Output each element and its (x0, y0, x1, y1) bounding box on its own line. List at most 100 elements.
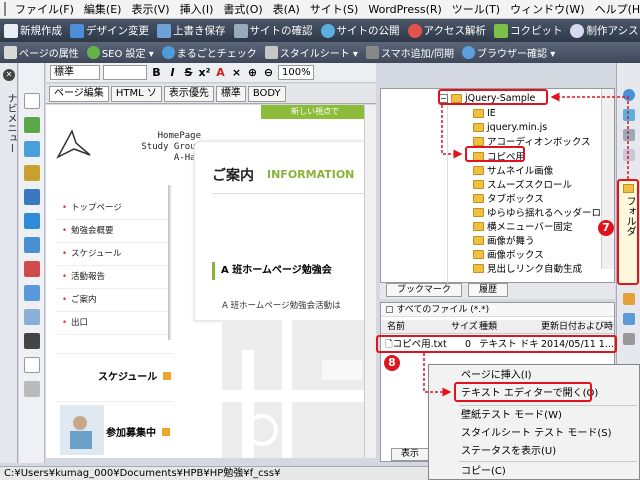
access-analysis-button[interactable]: アクセス解析 (404, 23, 490, 38)
menu-tools[interactable]: ツール(T) (447, 1, 505, 17)
highlight-copy-paste-folder (465, 146, 525, 162)
tab-html-source[interactable]: HTML ソ (110, 85, 162, 102)
tree-item[interactable]: タブボックス (473, 191, 544, 205)
cockpit-button[interactable]: コクピット (490, 23, 567, 38)
stylesheet-button[interactable]: スタイルシート ▾ (261, 45, 362, 60)
close-icon[interactable]: ✕ (3, 69, 15, 81)
display-priority-select[interactable]: 表示優先 (163, 85, 214, 102)
menu-format[interactable]: 書式(O) (218, 1, 267, 17)
menu-site[interactable]: サイト(S) (305, 1, 364, 17)
menu-item-copy[interactable]: コピー(C) (429, 463, 639, 480)
page-panel-icon[interactable] (623, 129, 635, 141)
menu-help[interactable]: ヘルプ(H) (590, 1, 640, 17)
tab-history[interactable]: 履歴 (468, 283, 509, 297)
form-icon[interactable] (24, 237, 40, 253)
file-filter-select[interactable]: ▢ すべてのファイル (*.*) (381, 303, 614, 317)
seo-settings-button[interactable]: SEO 設定 ▾ (83, 45, 158, 60)
tree-item[interactable]: 見出しリンク自動生成 (473, 261, 582, 275)
assist-button[interactable]: 制作アシスト (566, 23, 640, 38)
preview-nav-item[interactable]: スケジュール (56, 243, 168, 266)
column-type[interactable]: 種類 (479, 320, 539, 334)
tab-bookmark[interactable]: ブックマーク (386, 283, 463, 297)
menu-insert[interactable]: 挿入(I) (175, 1, 219, 17)
site-publish-button[interactable]: サイトの公開 (317, 23, 404, 38)
tree-item[interactable]: jquery.min.js (473, 120, 547, 134)
browser-panel-icon[interactable] (623, 89, 635, 101)
style-panel-icon[interactable] (623, 149, 635, 161)
save-button[interactable]: 上書き保存 (153, 23, 230, 38)
preview-nav-item[interactable]: トップページ (56, 197, 168, 220)
browser-check-button[interactable]: ブラウザー確認 ▾ (458, 45, 559, 60)
tree-item[interactable]: ゆらゆら揺れるヘッダーロゴ (473, 205, 611, 219)
map-icon[interactable] (24, 213, 40, 229)
smartphone-sync-button[interactable]: スマホ追加/同期 (362, 45, 458, 60)
text-icon[interactable] (24, 93, 40, 109)
column-name[interactable]: 名前 (387, 320, 447, 334)
more-icon[interactable] (24, 381, 40, 397)
new-button[interactable]: 新規作成 (0, 23, 66, 38)
tree-item[interactable]: スムーズスクロール (473, 177, 572, 191)
menu-window[interactable]: ウィンドウ(W) (505, 1, 589, 17)
zoom-select[interactable]: 100% (278, 65, 314, 80)
shape-icon[interactable] (24, 141, 40, 157)
sidebar-shadow (168, 185, 172, 340)
superscript-button[interactable]: x² (198, 66, 211, 79)
column-date[interactable]: 更新日付および時 (541, 320, 615, 334)
italic-button[interactable]: I (166, 66, 179, 79)
properties-panel-icon[interactable] (623, 333, 635, 345)
list-icon[interactable] (24, 309, 40, 325)
format-panel-icon[interactable] (623, 313, 635, 325)
tree-item-label: ゆらゆら揺れるヘッダーロゴ (487, 208, 611, 219)
strike-button[interactable]: S (182, 66, 195, 79)
tree-item-label: タブボックス (487, 194, 544, 205)
font-color-button[interactable]: A (214, 66, 227, 79)
link-icon[interactable] (24, 165, 40, 181)
menu-file[interactable]: ファイル(F) (10, 1, 79, 17)
site-check-button[interactable]: サイトの確認 (230, 23, 317, 38)
preview-nav-item[interactable]: ご案内 (56, 289, 168, 312)
tab-page-edit[interactable]: ページ編集 (49, 85, 109, 102)
menu-item-show-status[interactable]: ステータスを表示(U) (429, 443, 639, 460)
site-panel-icon[interactable] (623, 109, 635, 121)
menu-item-stylesheet-test[interactable]: スタイルシート テスト モード(S) (429, 425, 639, 442)
zoom-out-icon[interactable]: ⊖ (262, 66, 275, 79)
preview-nav-item[interactable]: 勉強会概要 (56, 220, 168, 243)
menu-item-wallpaper-test[interactable]: 壁紙テスト モード(W) (429, 407, 639, 424)
edit-panel-icon[interactable] (623, 293, 635, 305)
design-change-button[interactable]: デザイン変更 (66, 23, 153, 38)
column-size[interactable]: サイズ (451, 320, 479, 334)
body-select[interactable]: BODY (247, 85, 286, 102)
font-size-select[interactable] (103, 65, 147, 80)
table-icon[interactable] (24, 189, 40, 205)
media-icon[interactable] (24, 261, 40, 277)
zoom-in-icon[interactable]: ⊕ (246, 66, 259, 79)
folder-icon (473, 179, 484, 189)
editor-vertical-scrollbar[interactable] (364, 105, 376, 458)
tree-item[interactable]: 画像が舞う (473, 233, 535, 247)
menu-wordpress[interactable]: WordPress(R) (363, 3, 446, 16)
grid-icon[interactable] (24, 285, 40, 301)
document-icon[interactable] (24, 357, 40, 373)
menu-edit[interactable]: 編集(E) (79, 1, 127, 17)
tree-item[interactable]: 横メニューバー固定 (473, 219, 572, 233)
smartphone-insert-icon[interactable] (24, 333, 40, 349)
page-attributes-button[interactable]: ページの属性 (0, 45, 83, 60)
tree-item[interactable]: IE (473, 106, 496, 120)
image-icon[interactable] (24, 117, 40, 133)
view-button[interactable]: 表示 (391, 448, 429, 461)
tree-item-label: jquery.min.js (487, 121, 548, 133)
page-preview[interactable]: 新しい視点で HomePage Study Group A-Han トップページ… (46, 105, 376, 458)
preview-nav-item[interactable]: 出口 (56, 312, 168, 335)
paragraph-style-select[interactable]: 標準 (50, 65, 100, 80)
tree-item[interactable]: 画像ボックス (473, 247, 544, 261)
full-check-button[interactable]: まるごとチェック (158, 45, 261, 60)
bold-button[interactable]: B (150, 66, 163, 79)
tree-item[interactable]: サムネイル画像 (473, 163, 553, 177)
navigation-menu-strip[interactable]: ✕ ナビメニュー (0, 63, 18, 463)
standard-select[interactable]: 標準 (215, 85, 246, 102)
preview-nav-item[interactable]: 活動報告 (56, 266, 168, 289)
menu-table[interactable]: 表(A) (268, 1, 305, 17)
menu-view[interactable]: 表示(V) (126, 1, 174, 17)
folder-vertical-scrollbar[interactable] (601, 89, 614, 269)
clear-format-button[interactable]: × (230, 66, 243, 79)
